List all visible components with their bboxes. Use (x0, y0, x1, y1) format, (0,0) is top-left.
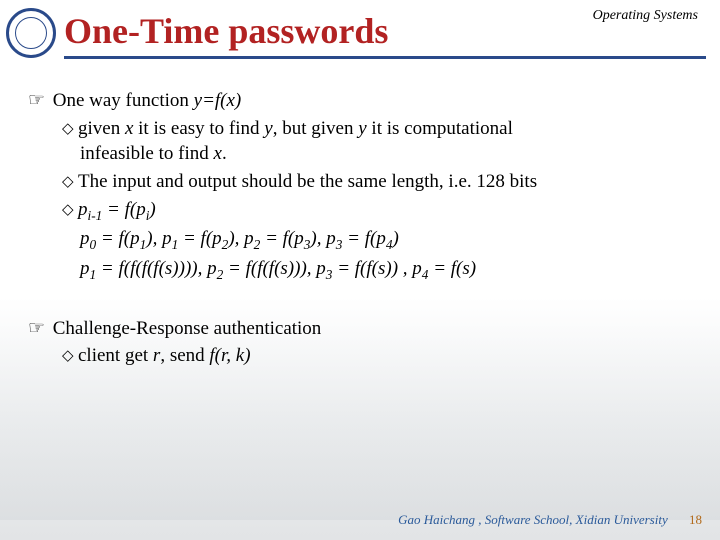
footer-credit: Gao Haichang , Software School, Xidian U… (398, 512, 668, 527)
t: given (78, 118, 125, 139)
var-x2: x (214, 143, 222, 164)
bullet-oneway-function: ☞ One way function y=f(x) (28, 88, 698, 114)
eqn-line3: p1 = f(f(f(f(s)))), p2 = f(f(f(s))), p3 … (80, 256, 698, 284)
sub-bullet-recurrence: ◇ pi-1 = f(pi) (62, 197, 698, 225)
fn-frk: f(r, k) (209, 345, 250, 366)
sub-bullet-client: ◇client get r, send f(r, k) (62, 343, 698, 369)
sub-bullet-given-x: ◇given x it is easy to find y, but given… (62, 116, 698, 142)
pointing-hand-icon: ☞ (28, 88, 48, 114)
slide-content: ☞ One way function y=f(x) ◇ given x it is… (0, 70, 720, 369)
t: , but given (273, 118, 359, 139)
t: client get (78, 345, 153, 366)
logo-inner-ring (15, 17, 47, 49)
footer: Gao Haichang , Software School, Xidian U… (398, 512, 702, 528)
title-underline (64, 56, 706, 59)
square-bullet-icon: ◇ (62, 175, 71, 190)
var-y: y (264, 118, 272, 139)
t: infeasible to find (80, 143, 214, 164)
t: , send (160, 345, 209, 366)
slide-title: One-Time passwords (64, 12, 388, 52)
heading-cr: Challenge-Response authentication (53, 318, 322, 339)
bullet-challenge-response: ☞ Challenge-Response authentication (28, 316, 698, 342)
square-bullet-icon: ◇ (62, 122, 71, 137)
square-bullet-icon: ◇ (62, 203, 71, 218)
sub-bullet-given-x-cont: infeasible to find x. (80, 141, 698, 167)
square-bullet-icon: ◇ (62, 349, 71, 364)
header: One-Time passwords Operating Systems (0, 0, 720, 70)
page-number: 18 (689, 512, 702, 527)
t: it is computational (367, 118, 513, 139)
t: The input and output should be the same … (78, 171, 537, 192)
pointing-hand-icon: ☞ (28, 316, 48, 342)
university-logo (6, 8, 56, 58)
heading-oneway-pre: One way function (53, 90, 194, 111)
eqn-line2: p0 = f(p1), p1 = f(p2), p2 = f(p3), p3 =… (80, 226, 698, 254)
t: it is easy to find (133, 118, 264, 139)
heading-oneway-fn: y=f(x) (194, 90, 242, 111)
t: . (222, 143, 227, 164)
slide: One-Time passwords Operating Systems ☞ O… (0, 0, 720, 540)
sub-bullet-length: ◇ The input and output should be the same… (62, 169, 698, 195)
var-y2: y (358, 118, 366, 139)
eqn-rec: pi-1 = f(pi) (78, 199, 156, 220)
running-head: Operating Systems (593, 8, 698, 24)
